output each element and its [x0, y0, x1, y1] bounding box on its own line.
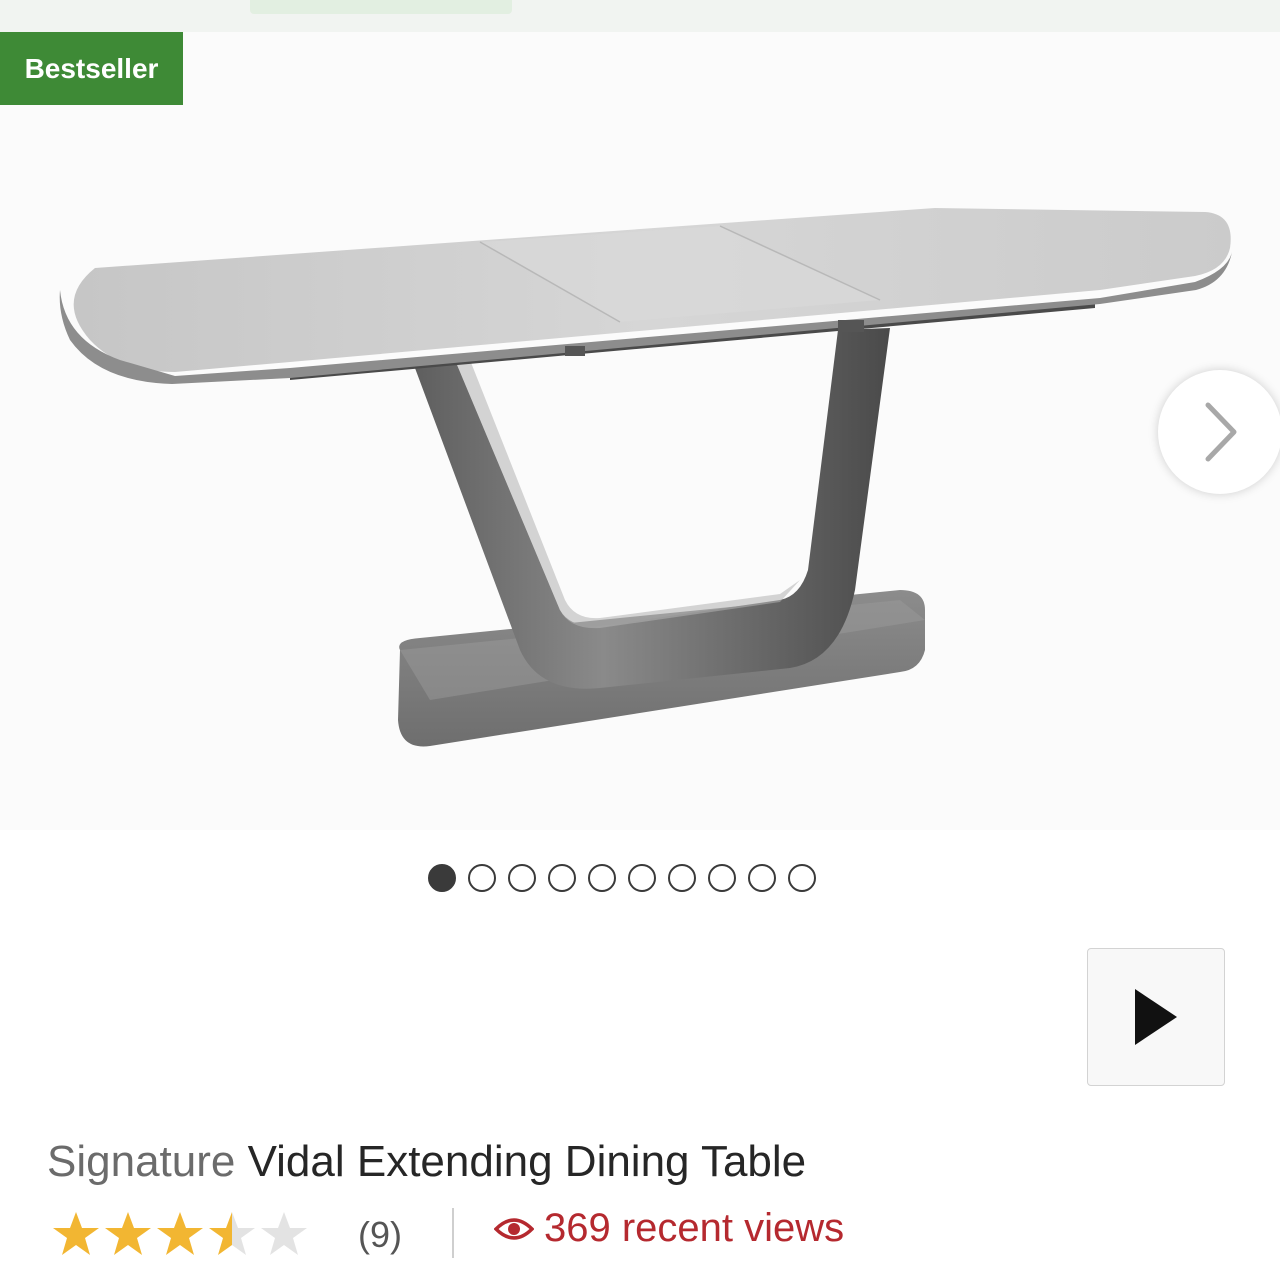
star-icon: [53, 1212, 99, 1255]
top-strip: [0, 0, 1280, 32]
product-image: [59, 208, 1233, 747]
badge-label: Bestseller: [24, 52, 159, 84]
gallery-dot[interactable]: [788, 864, 816, 892]
star-rating[interactable]: [52, 1210, 308, 1258]
gallery-dot[interactable]: [708, 864, 736, 892]
play-icon: [1135, 989, 1177, 1045]
product-title: Signature Vidal Extending Dining Table: [47, 1134, 806, 1190]
star-icon: [261, 1212, 307, 1255]
bestseller-badge: Bestseller: [0, 32, 183, 105]
gallery-dot[interactable]: [548, 864, 576, 892]
gallery-dot[interactable]: [628, 864, 656, 892]
gallery-dot[interactable]: [748, 864, 776, 892]
star-icon: [209, 1212, 255, 1255]
star-icon: [105, 1212, 151, 1255]
top-strip-blur: [250, 0, 512, 14]
recent-views-label: 369 recent views: [544, 1206, 845, 1250]
gallery-dot[interactable]: [468, 864, 496, 892]
gallery-pagination: [428, 864, 816, 892]
star-icon: [157, 1212, 203, 1255]
product-brand[interactable]: Signature: [47, 1137, 235, 1186]
rating-stars: [52, 1210, 308, 1258]
product-name: Vidal Extending Dining Table: [247, 1137, 807, 1186]
eye-icon: [494, 1217, 534, 1240]
gallery-dot[interactable]: [508, 864, 536, 892]
gallery-dot[interactable]: [428, 864, 456, 892]
review-count[interactable]: (9): [358, 1214, 402, 1256]
chevron-right-icon: [1205, 402, 1237, 462]
recent-views: 369 recent views: [494, 1206, 844, 1251]
gallery-dot[interactable]: [588, 864, 616, 892]
divider: [452, 1208, 454, 1258]
gallery-dot[interactable]: [668, 864, 696, 892]
gallery-next-button[interactable]: [1158, 370, 1280, 494]
play-video-button[interactable]: [1087, 948, 1225, 1086]
